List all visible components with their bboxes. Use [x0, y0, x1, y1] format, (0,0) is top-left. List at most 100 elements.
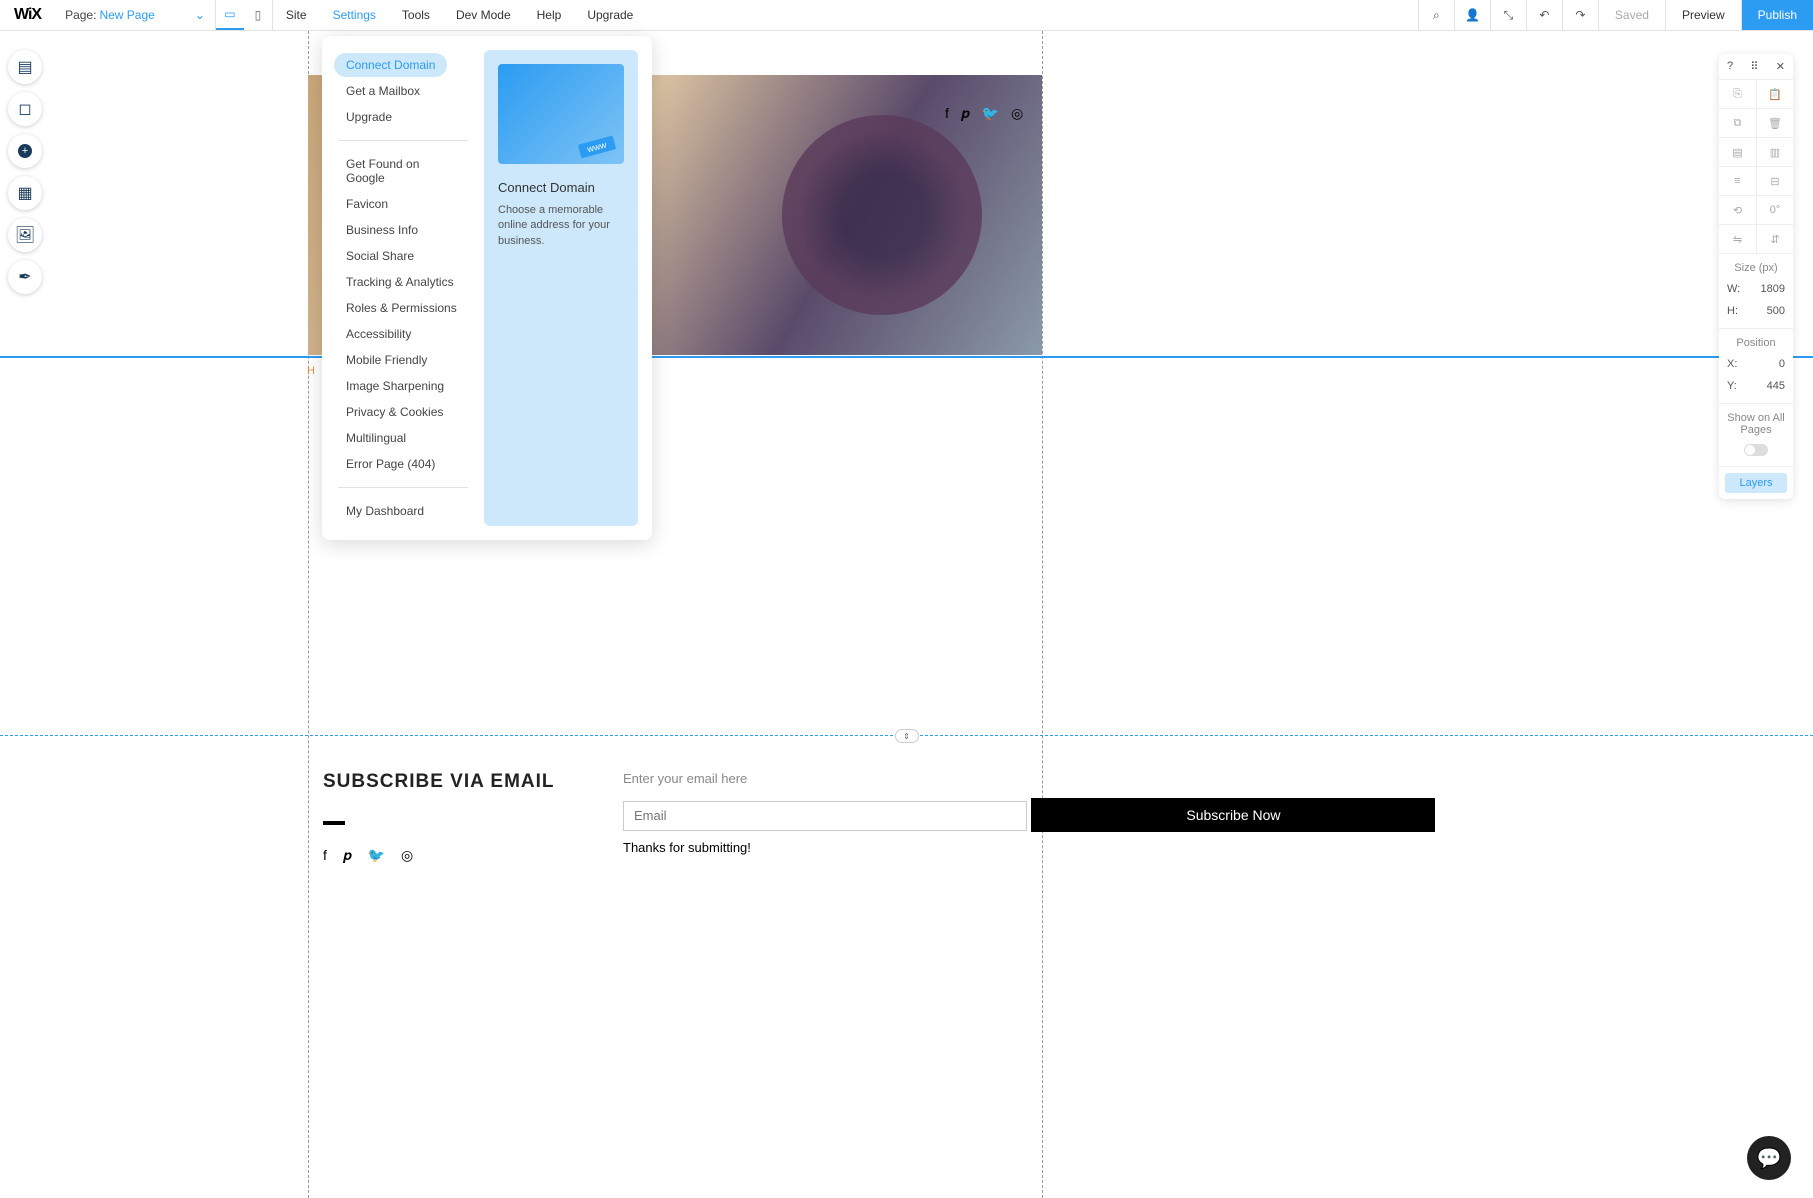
dropdown-preview-title: Connect Domain — [498, 180, 624, 195]
dropdown-preview: Connect Domain Choose a memorable online… — [484, 50, 638, 526]
guide-right — [1042, 31, 1043, 1198]
settings-mobile-friendly[interactable]: Mobile Friendly — [334, 348, 439, 372]
settings-my-dashboard[interactable]: My Dashboard — [334, 499, 436, 523]
forward-icon[interactable]: ▤ — [1719, 138, 1756, 166]
apps-icon[interactable]: ▦ — [8, 176, 42, 210]
page-selector[interactable]: Page: New Page ⌄ — [55, 0, 216, 30]
menu-dev-mode[interactable]: Dev Mode — [443, 0, 524, 30]
undo-icon[interactable]: ↶ — [1526, 0, 1562, 30]
rotate-icon[interactable]: ⟲ — [1719, 196, 1756, 224]
publish-button[interactable]: Publish — [1741, 0, 1813, 30]
pinterest-icon[interactable]: 𝒑 — [961, 105, 970, 122]
instagram-icon[interactable]: ◎ — [1011, 105, 1023, 122]
left-toolbar: ▤ ◻ + ▦ 🖼 ✒ — [8, 50, 42, 294]
settings-image-sharpening[interactable]: Image Sharpening — [334, 374, 456, 398]
settings-upgrade[interactable]: Upgrade — [334, 105, 404, 129]
x-label: X: — [1727, 358, 1737, 370]
settings-social-share[interactable]: Social Share — [334, 244, 426, 268]
settings-error-page-[interactable]: Error Page (404) — [334, 452, 447, 476]
dropdown-preview-desc: Choose a memorable online address for yo… — [498, 203, 624, 249]
facebook-icon[interactable]: f — [323, 847, 327, 864]
settings-get-found-on-google[interactable]: Get Found on Google — [334, 152, 472, 190]
properties-panel: ? ⠿ ✕ ⎘📋 ⧉🗑 ▤▥ ≡⊟ ⟲0° ⇋⇵ Size (px) W: 180… — [1719, 54, 1793, 499]
blog-icon[interactable]: ✒ — [8, 260, 42, 294]
editor-canvas: & PEPPER f 𝒑 🐦 ◎ H ⇕ SUBSCRIBE VIA EMAIL… — [0, 31, 1813, 1198]
settings-favicon[interactable]: Favicon — [334, 192, 400, 216]
zoom-icon[interactable]: ⤡ — [1490, 0, 1526, 30]
mobile-icon[interactable]: ▯ — [244, 0, 272, 30]
menu-site[interactable]: Site — [273, 0, 320, 30]
wix-logo: WiX — [0, 6, 55, 24]
divider — [323, 821, 345, 825]
media-icon[interactable]: 🖼 — [8, 218, 42, 252]
facebook-icon[interactable]: f — [945, 105, 949, 122]
help-icon[interactable]: ? — [1727, 60, 1733, 73]
copy-icon[interactable]: ⎘ — [1719, 80, 1756, 108]
settings-privacy-cookies[interactable]: Privacy & Cookies — [334, 400, 455, 424]
chat-icon[interactable]: 💬 — [1747, 1136, 1791, 1180]
height-value[interactable]: 500 — [1767, 305, 1785, 317]
collaborator-icon[interactable]: 👤 — [1454, 0, 1490, 30]
settings-get-a-mailbox[interactable]: Get a Mailbox — [334, 79, 432, 103]
paste-icon[interactable]: 📋 — [1756, 80, 1793, 108]
saved-button[interactable]: Saved — [1598, 0, 1665, 30]
menu-help[interactable]: Help — [524, 0, 575, 30]
selection-line — [0, 356, 1813, 358]
device-switcher: ▭ ▯ — [216, 0, 273, 30]
settings-roles-permissions[interactable]: Roles & Permissions — [334, 296, 469, 320]
settings-business-info[interactable]: Business Info — [334, 218, 430, 242]
subscribe-title: SUBSCRIBE VIA EMAIL — [323, 771, 563, 793]
x-value[interactable]: 0 — [1779, 358, 1785, 370]
email-field[interactable] — [623, 801, 1027, 831]
settings-connect-domain[interactable]: Connect Domain — [334, 53, 447, 77]
section-handle-icon[interactable]: ⇕ — [895, 729, 919, 743]
show-all-toggle[interactable] — [1744, 444, 1768, 456]
subscribe-button[interactable]: Subscribe Now — [1031, 798, 1435, 832]
width-value[interactable]: 1809 — [1761, 283, 1785, 295]
menu-upgrade[interactable]: Upgrade — [574, 0, 646, 30]
menu-settings[interactable]: Settings — [320, 0, 389, 30]
pinterest-icon[interactable]: 𝒑 — [343, 847, 352, 864]
twitter-icon[interactable]: 🐦 — [982, 105, 999, 122]
search-icon[interactable]: ⌕ — [1418, 0, 1454, 30]
settings-multilingual[interactable]: Multilingual — [334, 426, 418, 450]
footer-section: SUBSCRIBE VIA EMAIL f 𝒑 🐦 ◎ Enter your e… — [323, 771, 1490, 864]
settings-tracking-analytics[interactable]: Tracking & Analytics — [334, 270, 466, 294]
settings-accessibility[interactable]: Accessibility — [334, 322, 423, 346]
twitter-icon[interactable]: 🐦 — [368, 847, 385, 864]
flip-h-icon[interactable]: ⇋ — [1719, 225, 1756, 253]
topbar-right: ⌕ 👤 ⤡ ↶ ↷ Saved Preview Publish — [1418, 0, 1813, 30]
dropdown-list: Connect DomainGet a MailboxUpgrade Get Fo… — [322, 36, 484, 540]
y-label: Y: — [1727, 380, 1737, 392]
footer-social: f 𝒑 🐦 ◎ — [323, 847, 563, 864]
drag-icon[interactable]: ⠿ — [1750, 60, 1758, 73]
layers-button[interactable]: Layers — [1725, 473, 1787, 493]
position-heading: Position — [1719, 335, 1793, 353]
desktop-icon[interactable]: ▭ — [216, 0, 244, 30]
distribute-icon[interactable]: ⊟ — [1756, 167, 1793, 195]
page-value: New Page — [99, 8, 154, 22]
close-icon[interactable]: ✕ — [1776, 60, 1785, 73]
flip-v-icon[interactable]: ⇵ — [1756, 225, 1793, 253]
width-label: W: — [1727, 283, 1740, 295]
pages-icon[interactable]: ▤ — [8, 50, 42, 84]
settings-dropdown: Connect DomainGet a MailboxUpgradeGet Fo… — [322, 36, 652, 540]
size-heading: Size (px) — [1719, 260, 1793, 278]
align-icon[interactable]: ≡ — [1719, 167, 1756, 195]
angle-value[interactable]: 0° — [1756, 196, 1793, 224]
chevron-down-icon: ⌄ — [195, 8, 205, 22]
duplicate-icon[interactable]: ⧉ — [1719, 109, 1756, 137]
add-icon[interactable]: + — [8, 134, 42, 168]
show-all-label: Show on All Pages — [1719, 410, 1793, 440]
preview-button[interactable]: Preview — [1665, 0, 1741, 30]
instagram-icon[interactable]: ◎ — [401, 847, 413, 864]
menu-tools[interactable]: Tools — [389, 0, 443, 30]
background-icon[interactable]: ◻ — [8, 92, 42, 126]
main-menu: SiteSettingsToolsDev ModeHelpUpgrade — [273, 0, 646, 30]
y-value[interactable]: 445 — [1767, 380, 1785, 392]
email-label: Enter your email here — [623, 771, 1435, 786]
redo-icon[interactable]: ↷ — [1562, 0, 1598, 30]
delete-icon[interactable]: 🗑 — [1756, 109, 1793, 137]
height-label: H: — [1727, 305, 1738, 317]
backward-icon[interactable]: ▥ — [1756, 138, 1793, 166]
